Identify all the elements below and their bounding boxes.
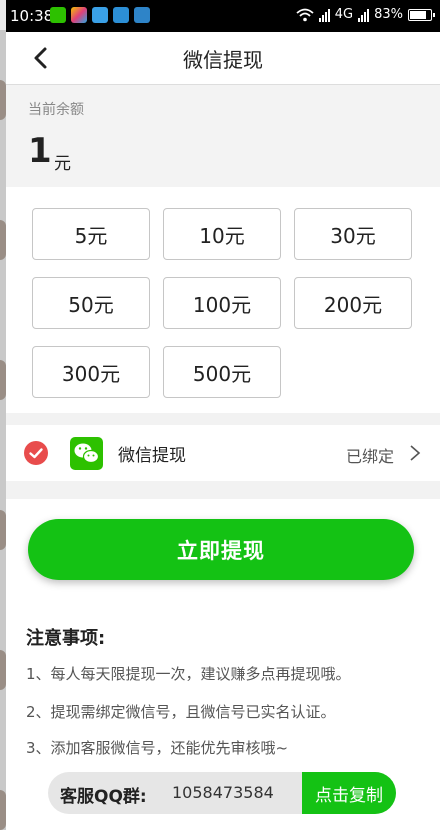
amount-option-10[interactable]: 10元 [163, 208, 281, 260]
screenshot-notification-icon [113, 7, 129, 23]
withdraw-page: 10:38 4G 83% 微信提现 当前余额 1 元 5元 10元 30元 50… [6, 0, 440, 830]
amount-option-50[interactable]: 50元 [32, 277, 150, 329]
balance-panel: 当前余额 1 元 [6, 85, 440, 187]
qq-group-number: 1058473584 [172, 783, 274, 802]
amount-option-500[interactable]: 500元 [163, 346, 281, 398]
os-notification-icon [134, 7, 150, 23]
status-bar: 10:38 4G 83% [6, 0, 440, 32]
balance-label: 当前余额 [28, 102, 84, 118]
qq-group-label: 客服QQ群: [60, 787, 147, 807]
selected-check-icon [24, 441, 48, 465]
album-notification-icon [71, 7, 87, 23]
payment-method-row[interactable]: 微信提现 已绑定 [6, 425, 440, 481]
amount-option-5[interactable]: 5元 [32, 208, 150, 260]
divider [6, 413, 440, 425]
page-title: 微信提现 [183, 48, 263, 72]
notes-title: 注意事项: [26, 628, 106, 649]
amount-option-30[interactable]: 30元 [294, 208, 412, 260]
signal-icon-2 [358, 8, 370, 22]
nav-bar: 微信提现 [6, 32, 440, 85]
wifi-icon [296, 8, 314, 21]
balance-unit: 元 [54, 154, 71, 174]
wechat-icon [70, 437, 103, 470]
amount-option-300[interactable]: 300元 [32, 346, 150, 398]
battery-percent: 83% [374, 7, 403, 22]
amount-option-200[interactable]: 200元 [294, 277, 412, 329]
network-type: 4G [334, 7, 354, 22]
amount-option-100[interactable]: 100元 [163, 277, 281, 329]
withdraw-now-button[interactable]: 立即提现 [28, 519, 414, 580]
status-right: 4G 83% [296, 7, 435, 22]
status-time: 10:38 [10, 7, 54, 25]
notification-icons [50, 7, 150, 23]
wechat-notification-icon [50, 7, 66, 23]
note-item: 3、添加客服微信号，还能优先审核哦~ [26, 739, 289, 757]
divider [6, 481, 440, 499]
battery-icon [408, 8, 435, 21]
amount-grid: 5元 10元 30元 50元 100元 200元 300元 500元 [6, 187, 440, 413]
balance-value: 1 [28, 131, 52, 171]
message-notification-icon [92, 7, 108, 23]
note-item: 1、每人每天限提现一次，建议赚多点再提现哦。 [26, 665, 351, 683]
chevron-right-icon [410, 445, 421, 461]
signal-icon [318, 8, 330, 22]
binding-status: 已绑定 [345, 447, 394, 466]
note-item: 2、提现需绑定微信号，且微信号已实名认证。 [26, 703, 336, 721]
payment-method-label: 微信提现 [118, 446, 186, 466]
support-qq-bar: 客服QQ群: 1058473584 点击复制 [48, 772, 396, 814]
copy-button[interactable]: 点击复制 [302, 772, 396, 814]
